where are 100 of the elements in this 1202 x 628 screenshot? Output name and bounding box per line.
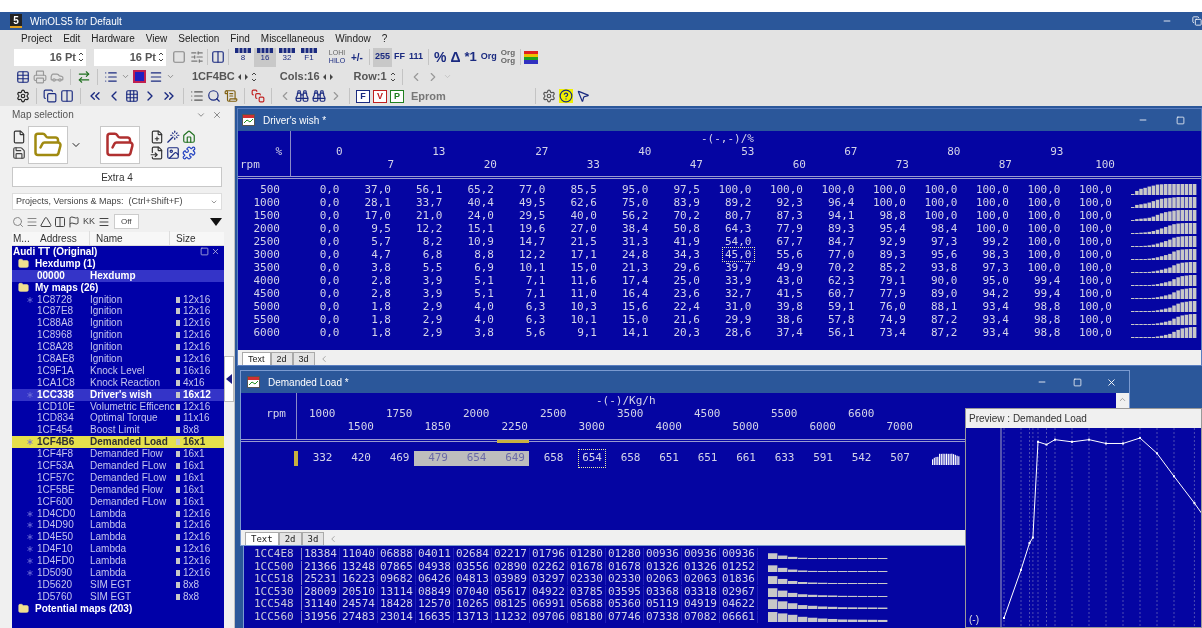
map-value[interactable]: 0,0: [316, 312, 343, 327]
map-value[interactable]: 6,8: [419, 247, 446, 262]
map-value[interactable]: 100,0: [1075, 208, 1115, 223]
map-list-row[interactable]: 1D4F10 Lambda 12x16: [12, 543, 224, 556]
folder-label[interactable]: Potential maps (203): [35, 601, 133, 617]
map-value[interactable]: 10,9: [464, 234, 497, 249]
map-value[interactable]: 32,7: [722, 286, 755, 301]
map-value[interactable]: 469: [385, 449, 414, 468]
binoculars-icon[interactable]: [312, 89, 326, 103]
map-value[interactable]: 64,3: [722, 221, 755, 236]
map-value[interactable]: 29,5: [516, 208, 549, 223]
map-value[interactable]: 27,0: [567, 221, 600, 236]
windows-icon[interactable]: [43, 89, 57, 103]
map-value[interactable]: 97,3: [928, 234, 961, 249]
map-value[interactable]: 38,6: [773, 312, 806, 327]
map-value[interactable]: 658: [539, 449, 568, 468]
map-value[interactable]: 14,7: [516, 234, 549, 249]
map-value[interactable]: 33,9: [722, 273, 755, 288]
map-value[interactable]: 40,4: [464, 195, 497, 210]
map-value[interactable]: 3,8: [368, 260, 394, 275]
menu-item[interactable]: Find: [230, 31, 250, 46]
help-icon[interactable]: [558, 89, 573, 103]
map-value[interactable]: 5,1: [471, 273, 497, 288]
map-value[interactable]: 12,2: [516, 247, 549, 262]
map-value[interactable]: 98,8: [1031, 312, 1064, 327]
map-value[interactable]: 10,1: [567, 312, 600, 327]
sliders-icon[interactable]: [190, 50, 204, 64]
map-value[interactable]: 29,9: [722, 312, 755, 327]
map-value[interactable]: 85,5: [567, 182, 600, 197]
map-value[interactable]: 89,0: [928, 286, 961, 301]
add-file-icon[interactable]: [150, 130, 164, 144]
columns-icon[interactable]: [211, 50, 225, 64]
map-value[interactable]: 0,0: [316, 273, 343, 288]
map-value[interactable]: 654: [578, 449, 606, 468]
map-value[interactable]: 507: [886, 449, 914, 468]
map-value[interactable]: 21,3: [619, 260, 652, 275]
map-value[interactable]: 87,2: [928, 312, 961, 327]
spin-arrows-icon[interactable]: [389, 70, 396, 83]
map-value[interactable]: 100,0: [869, 195, 909, 210]
map-value[interactable]: 37,4: [773, 325, 806, 340]
map-value[interactable]: 55,6: [773, 247, 806, 262]
map-list-row[interactable]: 1C9F1A Knock Level 16x16: [12, 364, 224, 377]
map-value[interactable]: 9,1: [574, 325, 600, 340]
map-value[interactable]: 21,0: [413, 208, 446, 223]
map-value[interactable]: 99,4: [1031, 273, 1064, 288]
map-value[interactable]: 85,2: [876, 260, 909, 275]
scroll-icon[interactable]: [224, 89, 238, 103]
map-value[interactable]: 79,1: [876, 273, 909, 288]
map-value[interactable]: 0,0: [316, 221, 343, 236]
map-value[interactable]: 0,0: [316, 260, 343, 275]
map-value[interactable]: 100,0: [1024, 221, 1064, 236]
map-value[interactable]: 100,0: [1075, 221, 1115, 236]
map-value[interactable]: 2,9: [419, 299, 446, 314]
map-value[interactable]: 95,6: [928, 247, 961, 262]
map-value[interactable]: 31,3: [619, 234, 652, 249]
folder-label[interactable]: My maps (26): [35, 280, 99, 296]
map-value[interactable]: 100,0: [818, 182, 858, 197]
map-value[interactable]: 100,0: [1075, 273, 1115, 288]
map-value[interactable]: 60,7: [825, 286, 858, 301]
map-list-row[interactable]: 1D4E50 Lambda 12x16: [12, 531, 224, 544]
map-value[interactable]: 99,4: [1031, 286, 1064, 301]
map-value[interactable]: 0,0: [316, 182, 343, 197]
map-value[interactable]: 100,0: [972, 195, 1012, 210]
map-value[interactable]: 0,0: [316, 247, 343, 262]
map-value[interactable]: 9,5: [368, 221, 394, 236]
map-value[interactable]: 89,2: [722, 195, 755, 210]
menu-item[interactable]: Miscellaneous: [260, 31, 325, 46]
puzzle-icon[interactable]: [182, 146, 196, 160]
map-value[interactable]: 100,0: [972, 221, 1012, 236]
menu-item[interactable]: ?: [381, 31, 388, 46]
map-value[interactable]: 38,4: [619, 221, 652, 236]
map-value[interactable]: 0,0: [316, 299, 343, 314]
column-header[interactable]: M...: [12, 231, 34, 246]
map-value[interactable]: 65,2: [464, 182, 497, 197]
map-value[interactable]: 62,3: [825, 273, 858, 288]
map-value[interactable]: 5,6: [522, 325, 549, 340]
width-button[interactable]: 16: [254, 47, 276, 67]
map-value[interactable]: 98,8: [1031, 325, 1064, 340]
off-button[interactable]: Off: [114, 214, 139, 229]
map-list-row[interactable]: 1CF5BE Demanded Flow 16x1: [12, 483, 224, 496]
map-value[interactable]: 93,4: [979, 299, 1012, 314]
new-file-icon[interactable]: [12, 130, 26, 144]
map-value[interactable]: 95,0: [979, 273, 1012, 288]
map-value[interactable]: 89,3: [825, 221, 858, 236]
map-value[interactable]: 15,1: [464, 221, 497, 236]
import-file-icon[interactable]: [150, 146, 164, 160]
map-value[interactable]: 2,8: [368, 273, 394, 288]
width-button[interactable]: 32: [276, 47, 298, 67]
map-value[interactable]: 92,3: [773, 195, 806, 210]
map-value[interactable]: 100,0: [715, 182, 755, 197]
map-value[interactable]: 76,0: [876, 299, 909, 314]
map-value[interactable]: 100,0: [1075, 260, 1115, 275]
map-value[interactable]: 77,0: [516, 182, 549, 197]
map-value[interactable]: 17,4: [619, 273, 652, 288]
map-value[interactable]: 70,2: [825, 260, 858, 275]
original-button[interactable]: Org: [478, 50, 499, 64]
number-format-button[interactable]: FF: [392, 47, 407, 67]
delta-button[interactable]: Δ: [448, 46, 463, 68]
map-value[interactable]: 3,9: [419, 286, 446, 301]
width-button[interactable]: F1: [298, 47, 320, 67]
